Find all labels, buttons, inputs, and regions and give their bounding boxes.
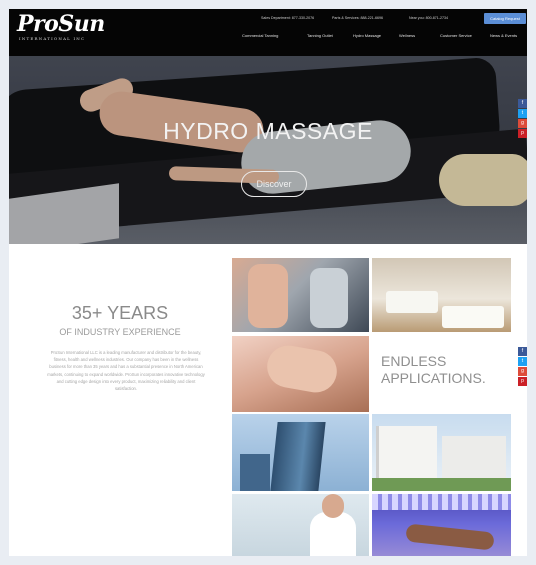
contact-near: Near you: 800-871-2734 [409,16,448,20]
googleplus-icon[interactable]: g [518,367,527,376]
nav-news-events[interactable]: News & Events [490,33,517,38]
facebook-icon[interactable]: f [518,99,527,108]
nav-wellness[interactable]: Wellness [399,33,415,38]
about-paragraph: ProSun International LLC is a leading ma… [47,350,205,392]
logo-subtitle: INTERNATIONAL INC [19,36,86,41]
social-share-bar-top: f t g p [518,99,527,139]
twitter-icon[interactable]: t [518,357,527,366]
tanning-lamps [372,494,511,510]
endless-applications-text: ENDLESS APPLICATIONS. [381,353,486,387]
twitter-icon[interactable]: t [518,109,527,118]
browser-background: ProSun INTERNATIONAL INC Sales Departmen… [0,0,536,565]
spa-person [263,342,341,396]
apartment-building-image[interactable] [372,414,511,491]
building [240,454,270,491]
fitness-person [310,268,348,328]
endless-line-2: APPLICATIONS. [381,370,486,386]
doctor-head [322,494,344,518]
doctor-coat [310,512,356,556]
slider-pagination [266,236,284,244]
fitness-image[interactable] [232,258,369,332]
catalog-request-button[interactable]: Catalog Request [484,13,526,24]
experience-subheading: OF INDUSTRY EXPERIENCE [59,327,181,337]
site-header: ProSun INTERNATIONAL INC Sales Departmen… [9,9,527,56]
hotel-bed [386,291,438,313]
site-logo[interactable]: ProSun [17,11,105,37]
nav-customer-service[interactable]: Customer Service [440,33,472,38]
pinterest-icon[interactable]: p [518,377,527,386]
googleplus-icon[interactable]: g [518,119,527,128]
spa-image[interactable] [232,336,369,412]
nav-tanning-outlet[interactable]: Tanning Outlet [307,33,333,38]
facebook-icon[interactable]: f [518,347,527,356]
trees [372,478,511,491]
hotel-room-image[interactable] [372,258,511,332]
skyscraper [270,422,326,491]
nav-commercial-tanning[interactable]: Commercial Tanning [242,33,278,38]
contact-sales: Sales Department: 877-330-2076 [261,16,315,20]
years-heading: 35+ YEARS [71,303,169,323]
social-share-bar-bottom: f t g p [518,347,527,387]
nav-hydro-massage[interactable]: Hydro Massage [353,33,381,38]
discover-button[interactable]: Discover [241,171,307,197]
hotel-bed [442,306,504,328]
contact-parts: Parts & Services: 888-221-6696 [332,16,383,20]
webpage: ProSun INTERNATIONAL INC Sales Departmen… [9,9,527,556]
office-building-image[interactable] [232,414,369,491]
fitness-person [248,264,288,328]
tanning-person [405,523,495,551]
hero-slider: HYDRO MASSAGE Discover [9,56,527,244]
doctor-image[interactable] [232,494,369,556]
hero-overlay [9,56,527,244]
hero-title: HYDRO MASSAGE [163,118,373,144]
tanning-bed-image[interactable] [372,494,511,556]
pinterest-icon[interactable]: p [518,129,527,138]
endless-line-1: ENDLESS [381,353,447,369]
